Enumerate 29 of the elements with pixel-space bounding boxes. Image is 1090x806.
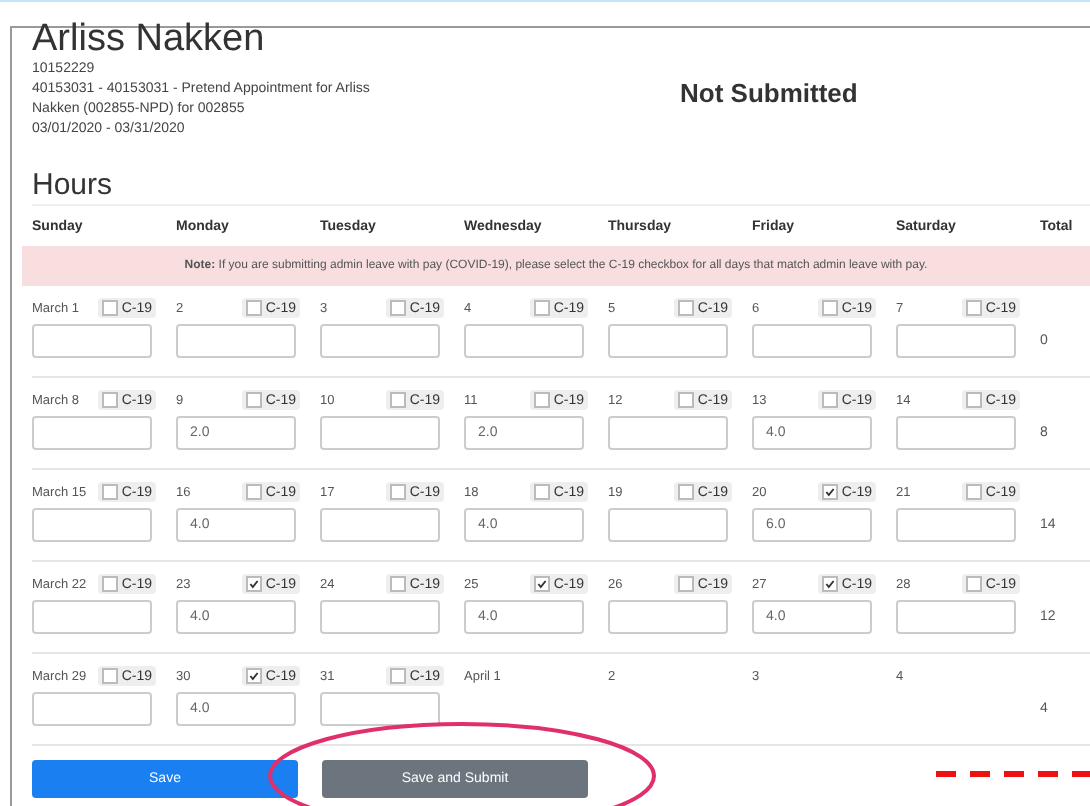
hours-input[interactable] bbox=[608, 416, 728, 450]
hours-input[interactable] bbox=[896, 600, 1016, 634]
checkmark-icon bbox=[823, 578, 836, 590]
hours-input[interactable] bbox=[608, 324, 728, 358]
hours-input[interactable] bbox=[320, 416, 440, 450]
status-text: Not Submitted bbox=[680, 78, 858, 112]
hours-input[interactable] bbox=[32, 600, 152, 634]
hours-input[interactable] bbox=[896, 324, 1016, 358]
hours-input[interactable] bbox=[608, 508, 728, 542]
hours-input[interactable] bbox=[752, 324, 872, 358]
hours-input[interactable] bbox=[896, 416, 1016, 450]
hours-input[interactable] bbox=[32, 508, 152, 542]
hours-input[interactable] bbox=[464, 324, 584, 358]
hours-input[interactable] bbox=[176, 324, 296, 358]
hours-input[interactable] bbox=[32, 416, 152, 450]
checkmark-icon bbox=[535, 578, 548, 590]
hours-input[interactable] bbox=[32, 692, 152, 726]
employee-name: Arliss Nakken bbox=[32, 20, 267, 60]
hours-input[interactable] bbox=[320, 600, 440, 634]
checkmark-icon bbox=[247, 578, 260, 590]
section-title: Hours bbox=[32, 168, 115, 204]
checkmark-icon bbox=[247, 670, 260, 682]
hours-input[interactable] bbox=[32, 324, 152, 358]
hours-input[interactable] bbox=[896, 508, 1016, 542]
hours-input[interactable] bbox=[320, 508, 440, 542]
hours-input[interactable] bbox=[320, 324, 440, 358]
hours-input[interactable] bbox=[320, 692, 440, 726]
hours-input[interactable] bbox=[608, 600, 728, 634]
checkmark-icon bbox=[823, 486, 836, 498]
